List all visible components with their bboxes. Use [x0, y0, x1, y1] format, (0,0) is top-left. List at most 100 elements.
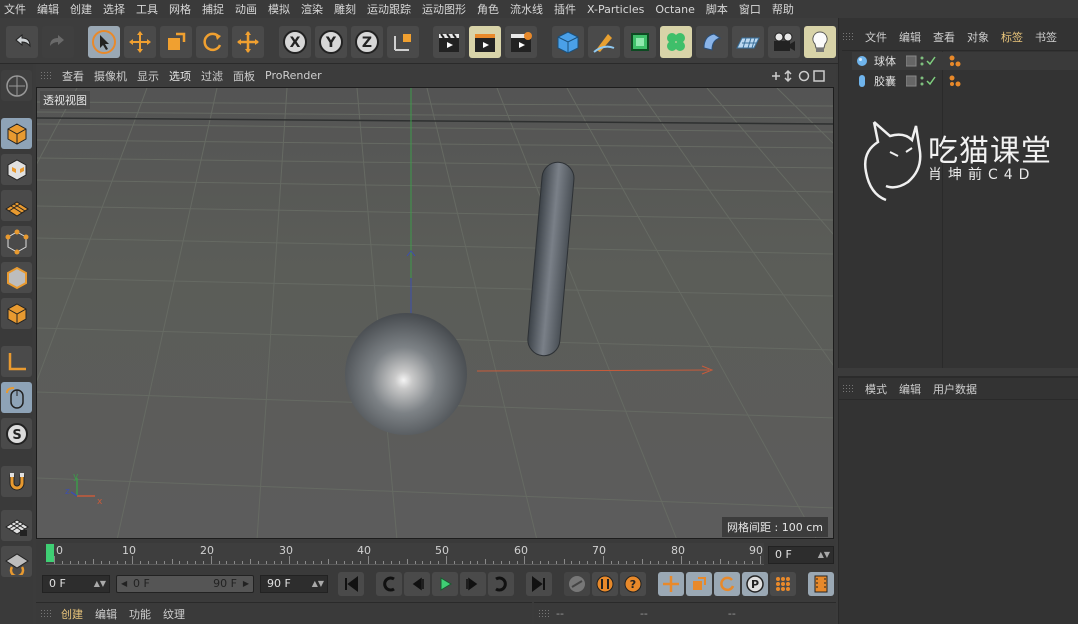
key-rotation-button[interactable]	[714, 572, 740, 596]
menu-select[interactable]: 选择	[103, 1, 125, 17]
floor-button[interactable]	[732, 26, 764, 58]
viewport-menu-options[interactable]: 选项	[169, 68, 191, 84]
object-menu-view[interactable]: 查看	[933, 29, 955, 45]
record-active-button[interactable]	[564, 572, 590, 596]
select-tool-button[interactable]	[88, 26, 120, 58]
menu-file[interactable]: 文件	[4, 1, 26, 17]
y-axis-button[interactable]: Y	[315, 26, 347, 58]
points-mode-button[interactable]	[1, 226, 32, 257]
current-frame-marker[interactable]	[46, 544, 54, 562]
viewport-menu-filter[interactable]: 过滤	[201, 68, 223, 84]
menu-animate[interactable]: 动画	[235, 1, 257, 17]
viewport-menu-panel[interactable]: 面板	[233, 68, 255, 84]
menu-simulate[interactable]: 模拟	[268, 1, 290, 17]
key-scale-button[interactable]	[686, 572, 712, 596]
object-row-sphere[interactable]: 球体	[852, 52, 1078, 70]
move-tool-button[interactable]	[124, 26, 156, 58]
viewport-menu-display[interactable]: 显示	[137, 68, 159, 84]
go-to-start-button[interactable]	[338, 572, 364, 596]
tag-icon[interactable]	[948, 74, 962, 88]
cloner-button[interactable]	[660, 26, 692, 58]
object-visibility-icons[interactable]	[906, 55, 946, 67]
coordinate-system-button[interactable]	[387, 26, 419, 58]
tweak-mode-button[interactable]	[1, 382, 32, 413]
attribute-menu-edit[interactable]: 编辑	[899, 381, 921, 397]
key-point-level-button[interactable]	[770, 572, 796, 596]
render-picture-viewer-button[interactable]	[469, 26, 501, 58]
keyframe-selection-button[interactable]: ?	[620, 572, 646, 596]
subdivision-button[interactable]	[624, 26, 656, 58]
pen-spline-button[interactable]	[588, 26, 620, 58]
object-visibility-icons[interactable]	[906, 75, 946, 87]
symmetry-button[interactable]	[1, 546, 32, 577]
workplane-mode-button[interactable]	[1, 190, 32, 221]
end-frame-field[interactable]: 90 F ▲▼	[260, 575, 328, 593]
edges-mode-button[interactable]	[1, 262, 32, 293]
material-menu-function[interactable]: 功能	[129, 606, 151, 622]
menu-sculpt[interactable]: 雕刻	[334, 1, 356, 17]
viewport-menu-prorender[interactable]: ProRender	[265, 69, 322, 82]
render-settings-button[interactable]	[505, 26, 537, 58]
previous-key-button[interactable]	[376, 572, 402, 596]
menu-tools[interactable]: 工具	[136, 1, 158, 17]
rotate-tool-button[interactable]	[196, 26, 228, 58]
next-frame-button[interactable]	[460, 572, 486, 596]
menu-help[interactable]: 帮助	[772, 1, 794, 17]
timeline-ruler[interactable]: 0 10 20 30 40 50 60 70 80 90	[46, 543, 764, 565]
material-menu-create[interactable]: 创建	[61, 606, 83, 622]
menu-character[interactable]: 角色	[477, 1, 499, 17]
start-frame-field[interactable]: 0 F ▲▼	[42, 575, 110, 593]
object-menu-objects[interactable]: 对象	[967, 29, 989, 45]
scale-tool-button[interactable]	[160, 26, 192, 58]
light-button[interactable]	[804, 26, 836, 58]
make-editable-button[interactable]	[1, 70, 32, 101]
polygons-mode-button[interactable]	[1, 298, 32, 329]
previous-frame-button[interactable]	[404, 572, 430, 596]
object-menu-tags[interactable]: 标签	[1001, 29, 1023, 45]
material-menu-texture[interactable]: 纹理	[163, 606, 185, 622]
current-frame-field[interactable]: 0 F ▲▼	[768, 546, 834, 564]
menu-x-particles[interactable]: X-Particles	[587, 3, 644, 16]
go-to-end-button[interactable]	[526, 572, 552, 596]
workplane-lock-button[interactable]	[1, 510, 32, 541]
axis-mode-button[interactable]	[1, 346, 32, 377]
key-position-button[interactable]	[658, 572, 684, 596]
attribute-menu-user-data[interactable]: 用户数据	[933, 381, 977, 397]
menu-octane[interactable]: Octane	[655, 3, 695, 16]
menu-plugins[interactable]: 插件	[554, 1, 576, 17]
menu-pipeline[interactable]: 流水线	[510, 1, 543, 17]
object-menu-edit[interactable]: 编辑	[899, 29, 921, 45]
menu-edit[interactable]: 编辑	[37, 1, 59, 17]
perspective-viewport[interactable]: y x z	[36, 87, 834, 539]
undo-button[interactable]	[6, 26, 38, 58]
tag-icon[interactable]	[948, 54, 962, 68]
object-row-capsule[interactable]: 胶囊	[852, 72, 1078, 90]
x-axis-button[interactable]: X	[279, 26, 311, 58]
key-parameter-button[interactable]: P	[742, 572, 768, 596]
render-view-button[interactable]	[433, 26, 465, 58]
cube-button[interactable]	[552, 26, 584, 58]
menu-window[interactable]: 窗口	[739, 1, 761, 17]
viewport-nav-icons[interactable]	[768, 68, 832, 84]
viewport-menu-view[interactable]: 查看	[62, 68, 84, 84]
deformer-button[interactable]	[696, 26, 728, 58]
next-key-button[interactable]	[488, 572, 514, 596]
menu-render[interactable]: 渲染	[301, 1, 323, 17]
viewport-menu-cameras[interactable]: 摄像机	[94, 68, 127, 84]
timeline-window-button[interactable]	[808, 572, 834, 596]
object-menu-bookmarks[interactable]: 书签	[1035, 29, 1057, 45]
autokey-button[interactable]	[592, 572, 618, 596]
model-mode-button[interactable]	[1, 118, 32, 149]
live-select-button[interactable]	[232, 26, 264, 58]
object-menu-file[interactable]: 文件	[865, 29, 887, 45]
menu-mograph[interactable]: 运动图形	[422, 1, 466, 17]
snap-button[interactable]	[1, 466, 32, 497]
z-axis-button[interactable]: Z	[351, 26, 383, 58]
redo-button[interactable]	[42, 26, 74, 58]
frame-range-slider[interactable]: ◀ 0 F 90 F ▶	[116, 575, 254, 593]
material-menu-edit[interactable]: 编辑	[95, 606, 117, 622]
play-button[interactable]	[432, 572, 458, 596]
solo-button[interactable]: S	[1, 418, 32, 449]
menu-create[interactable]: 创建	[70, 1, 92, 17]
menu-snap[interactable]: 捕捉	[202, 1, 224, 17]
